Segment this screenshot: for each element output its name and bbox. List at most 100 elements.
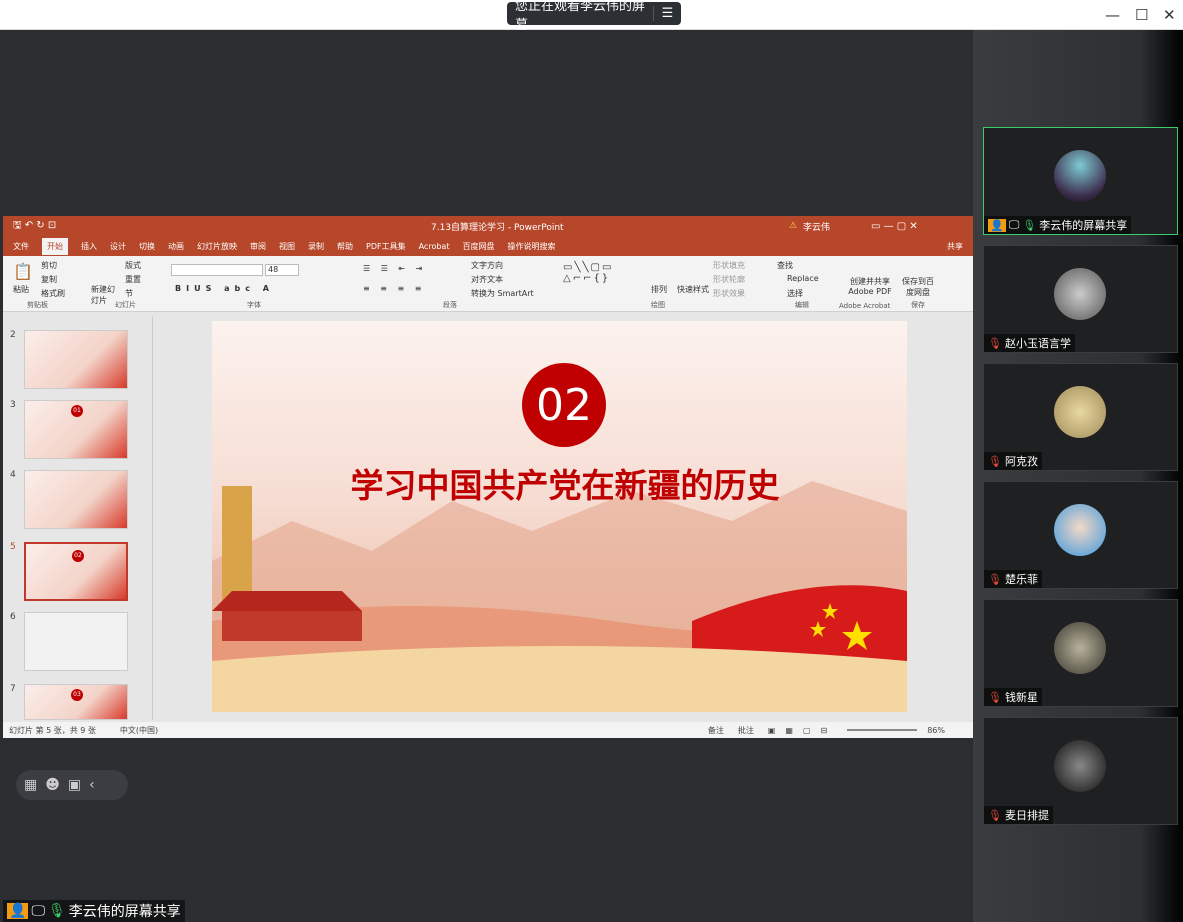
thumbnail-slide-2[interactable] — [24, 330, 128, 389]
emoji-icon[interactable]: ☻ — [45, 777, 60, 793]
tab-animations[interactable]: 动画 — [168, 241, 184, 252]
minimize-button[interactable]: — — [1105, 6, 1120, 24]
tab-design[interactable]: 设计 — [110, 241, 126, 252]
tab-record[interactable]: 录制 — [308, 241, 324, 252]
tab-insert[interactable]: 插入 — [81, 241, 97, 252]
ppt-title-bar: 🖫 ↶ ↻ ⊡ 7.13自算理论学习 - PowerPoint ⚠ 李云伟 ▭ … — [3, 216, 973, 236]
text-direction-button[interactable]: 文字方向 — [471, 260, 503, 271]
avatar — [1054, 740, 1106, 792]
smartart-button[interactable]: 转换为 SmartArt — [471, 288, 534, 299]
slide-thumbnails[interactable]: 2 3 01 4 5 02 6 7 03 — [3, 316, 153, 720]
font-size-input[interactable]: 48 — [265, 264, 299, 276]
view-icons[interactable]: ▣▦▢⊟ — [768, 726, 837, 735]
tab-review[interactable]: 审阅 — [250, 241, 266, 252]
participant-tile[interactable]: 🎙 楚乐菲 — [983, 481, 1178, 589]
zoom-slider[interactable] — [847, 729, 918, 731]
font-format-icons[interactable]: BIUS abc A — [175, 284, 274, 293]
thumbnail-slide-7[interactable]: 03 — [24, 684, 128, 720]
align-icons[interactable]: ≡ ≡ ≡ ≡ — [363, 284, 425, 293]
shape-fill-button[interactable]: 形状填充 — [713, 260, 745, 271]
slide-heading: 学习中国共产党在新疆的历史 — [350, 466, 780, 505]
thumb-number: 2 — [10, 330, 16, 340]
thumb-badge: 01 — [71, 405, 83, 417]
thumbnail-slide-5[interactable]: 02 — [24, 542, 128, 601]
format-painter-button[interactable]: 格式刷 — [41, 288, 65, 299]
tab-view[interactable]: 视图 — [279, 241, 295, 252]
avatar — [1054, 268, 1106, 320]
thumb-badge: 03 — [71, 689, 83, 701]
thumbnail-slide-3[interactable]: 01 — [24, 400, 128, 459]
shapes-gallery[interactable]: ▭╲╲▢▭ △⌐⌐{} — [563, 262, 613, 284]
search-tab[interactable]: 操作说明搜索 — [507, 241, 555, 252]
thumb-number: 3 — [10, 400, 16, 410]
tab-baidu[interactable]: 百度网盘 — [462, 241, 494, 252]
tab-help[interactable]: 帮助 — [337, 241, 353, 252]
section-button[interactable]: 节 — [125, 288, 133, 299]
find-button[interactable]: 查找 — [777, 260, 793, 271]
participant-name: 麦日排提 — [1004, 809, 1049, 822]
copy-button[interactable]: 复制 — [41, 274, 57, 285]
thumb-number: 6 — [10, 612, 16, 622]
chat-icon[interactable]: ▣ — [68, 777, 81, 793]
participant-tile[interactable]: 🎙 阿克孜 — [983, 363, 1178, 471]
zoom-level[interactable]: 86% — [927, 726, 945, 735]
current-slide[interactable]: 02 学习中国共产党在新疆的历史 — [212, 321, 907, 712]
cut-button[interactable]: 剪切 — [41, 260, 57, 271]
mic-icon: 🎙 — [47, 903, 66, 919]
tab-transitions[interactable]: 切换 — [139, 241, 155, 252]
tab-slideshow[interactable]: 幻灯片放映 — [197, 241, 237, 252]
participant-tile[interactable]: 👤 🖵 🎙 李云伟的屏幕共享 — [983, 127, 1178, 235]
tab-pdf[interactable]: PDF工具集 — [366, 241, 406, 252]
paste-button[interactable]: 粘贴 — [13, 284, 29, 295]
align-text-button[interactable]: 对齐文本 — [471, 274, 503, 285]
ppt-user[interactable]: 李云伟 — [803, 220, 830, 233]
layout-icon[interactable]: ▦ — [24, 777, 37, 793]
mic-muted-icon: 🎙 — [988, 690, 1002, 704]
slide-info: 幻灯片 第 5 张，共 9 张 — [9, 725, 96, 735]
reset-button[interactable]: 重置 — [125, 274, 141, 285]
quick-styles-button[interactable]: 快速样式 — [677, 284, 709, 295]
tab-home[interactable]: 开始 — [42, 237, 68, 255]
group-save: 保存 — [911, 301, 925, 309]
arrange-button[interactable]: 排列 — [651, 284, 667, 295]
participant-name-bar: 🎙 麦日排提 — [984, 806, 1053, 824]
ribbon: 📋 粘贴 剪切 复制 格式刷 新建幻灯片 版式 重置 节 48 BIUS abc… — [3, 256, 973, 312]
list-icons[interactable]: ☰ ☰ ⇤ ⇥ — [363, 264, 426, 273]
menu-icon[interactable]: ☰ — [653, 6, 681, 21]
select-button[interactable]: 选择 — [787, 288, 803, 299]
participant-tile[interactable]: 🎙 麦日排提 — [983, 717, 1178, 825]
participant-tile[interactable]: 🎙 赵小玉语言学 — [983, 245, 1178, 353]
ribbon-tabs: 文件 开始 插入 设计 切换 动画 幻灯片放映 审阅 视图 录制 帮助 PDF工… — [3, 236, 973, 256]
close-button[interactable]: ✕ — [1163, 6, 1176, 24]
baidu-save-button[interactable]: 保存到百度网盘 — [901, 276, 935, 298]
paste-icon[interactable]: 📋 — [13, 262, 33, 281]
person-icon: 👤 — [7, 903, 29, 919]
comments-button[interactable]: 批注 — [738, 725, 754, 736]
replace-button[interactable]: Replace — [787, 274, 819, 283]
collapse-icon[interactable]: ‹ — [89, 777, 95, 793]
participant-name: 阿克孜 — [1004, 455, 1038, 468]
adobe-pdf-button[interactable]: 创建并共享 Adobe PDF — [845, 276, 895, 296]
thumbnail-slide-6[interactable] — [24, 612, 128, 671]
group-paragraph: 段落 — [443, 301, 457, 309]
participant-tile[interactable]: 🎙 钱新星 — [983, 599, 1178, 707]
mic-muted-icon: 🎙 — [988, 336, 1002, 350]
font-name-input[interactable] — [171, 264, 263, 276]
language[interactable]: 中文(中国) — [120, 725, 158, 736]
share-button[interactable]: 共享 — [947, 241, 963, 252]
screen-share-banner[interactable]: 您正在观看李云伟的屏幕 ☰ — [507, 0, 681, 33]
quick-access-icons[interactable]: 🖫 ↶ ↻ ⊡ — [13, 218, 56, 235]
notes-button[interactable]: 备注 — [708, 725, 724, 736]
shape-outline-button[interactable]: 形状轮廓 — [713, 274, 745, 285]
tab-file[interactable]: 文件 — [13, 241, 29, 252]
maximize-button[interactable]: ☐ — [1135, 6, 1148, 24]
thumb-number: 4 — [10, 470, 16, 480]
tab-acrobat[interactable]: Acrobat — [419, 242, 450, 251]
person-icon: 👤 — [988, 218, 1006, 232]
window-controls[interactable]: ▭ — ▢ ✕ — [871, 221, 918, 232]
share-screen-icon: 🖵 — [1008, 218, 1020, 231]
powerpoint-window: 🖫 ↶ ↻ ⊡ 7.13自算理论学习 - PowerPoint ⚠ 李云伟 ▭ … — [3, 216, 973, 738]
shape-effects-button[interactable]: 形状效果 — [713, 288, 745, 299]
thumbnail-slide-4[interactable] — [24, 470, 128, 529]
layout-button[interactable]: 版式 — [125, 260, 141, 271]
